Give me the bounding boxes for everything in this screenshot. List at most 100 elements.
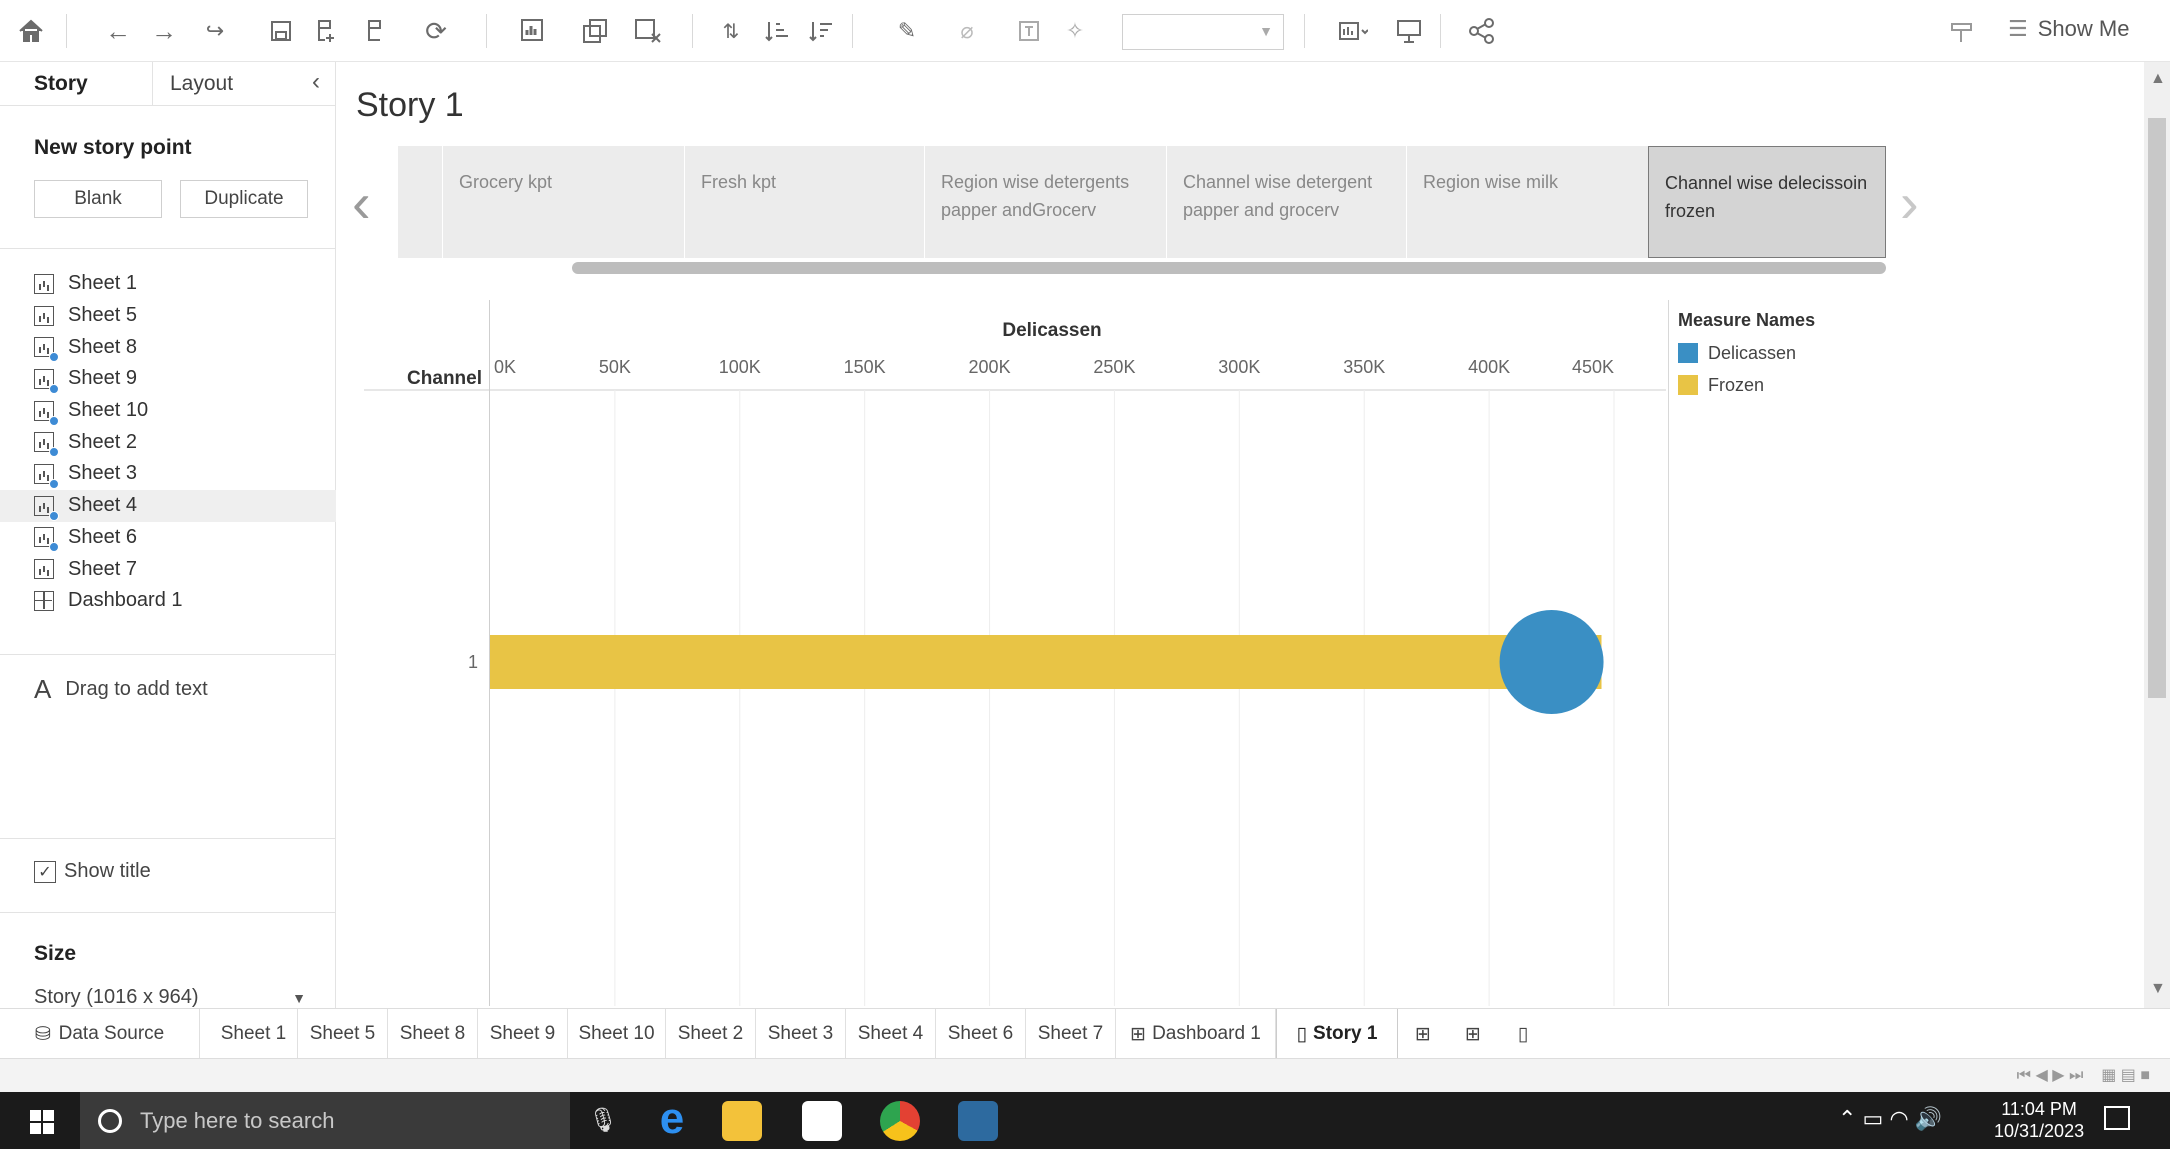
clear-sheet-icon[interactable] <box>626 12 670 50</box>
sheet-tab[interactable]: Sheet 7 <box>1026 1009 1116 1059</box>
circle-mark-delicassen[interactable] <box>1499 610 1604 714</box>
forward-icon[interactable]: → <box>146 12 182 50</box>
sheet-tab-label: Sheet 6 <box>947 1023 1014 1044</box>
sheet-list-item[interactable]: Sheet 9 <box>0 363 336 395</box>
tableau-app-icon[interactable] <box>958 1101 998 1141</box>
row-category-label: 1 <box>468 652 478 672</box>
sheet-tab[interactable]: ▯ Story 1 <box>1276 1009 1398 1059</box>
microphone-icon[interactable]: 🎙 <box>588 1106 618 1135</box>
show-me-button[interactable]: ☰ Show Me <box>2008 16 2129 42</box>
show-me-icon: ☰ <box>2008 16 2028 41</box>
new-story-point-heading: New story point <box>34 136 192 159</box>
sort-ascending-icon[interactable] <box>760 12 794 50</box>
story-point[interactable]: Fresh kpt <box>684 146 924 258</box>
sheet-tab[interactable]: Sheet 5 <box>298 1009 388 1059</box>
store-icon[interactable] <box>802 1101 842 1141</box>
new-dashboard-tab-icon[interactable]: ⊞ <box>1448 1009 1498 1059</box>
pause-updates-icon[interactable] <box>358 12 396 50</box>
duplicate-button[interactable]: Duplicate <box>180 180 308 218</box>
scroll-down-icon[interactable]: ▼ <box>2150 980 2166 998</box>
scrollbar-thumb[interactable] <box>2148 118 2166 698</box>
chevron-down-icon: ▼ <box>1259 23 1273 39</box>
toolbar: ← → ↪ ⟳ ⇅ ✎ ⌀ ✧ ▼ ☰ Show Me <box>0 0 2170 62</box>
file-explorer-icon[interactable] <box>722 1101 762 1141</box>
story-point[interactable]: Grocery kpt <box>442 146 684 258</box>
previous-story-point-icon[interactable]: ‹ <box>352 170 371 235</box>
tab-data-source[interactable]: ⛁ Data Source <box>0 1009 200 1059</box>
sheet-tab[interactable]: Sheet 1 <box>210 1009 298 1059</box>
sheet-list-item[interactable]: Sheet 7 <box>0 553 336 585</box>
fit-dropdown[interactable]: ▼ <box>1122 14 1284 50</box>
taskbar-clock[interactable]: 11:04 PM 10/31/2023 <box>1994 1098 2084 1142</box>
home-icon[interactable] <box>14 12 48 50</box>
tab-layout[interactable]: Layout <box>170 72 233 96</box>
sheet-list-item[interactable]: Sheet 4 <box>0 489 336 522</box>
sheet-tab[interactable]: Sheet 2 <box>666 1009 756 1059</box>
sheet-tab[interactable]: Sheet 8 <box>388 1009 478 1059</box>
windows-start-icon[interactable] <box>30 1110 54 1134</box>
swap-icon[interactable]: ⇅ <box>714 12 748 50</box>
legend-item-delicassen[interactable]: Delicassen <box>1678 337 1815 369</box>
sheet-tab[interactable]: ⊞ Dashboard 1 <box>1116 1009 1276 1059</box>
sheet-list-item[interactable]: Sheet 3 <box>0 458 336 490</box>
new-worksheet-tab-icon[interactable]: ⊞ <box>1398 1009 1448 1059</box>
sheet-list-item[interactable]: Sheet 6 <box>0 522 336 554</box>
pin-toolbar-icon[interactable] <box>1944 12 1980 50</box>
navigation-icons[interactable]: ⏮ ◀ ▶ ⏭ ▦ ▤ ■ <box>2017 1065 2150 1085</box>
story-panel: Story Layout ‹ New story point Blank Dup… <box>0 62 336 1022</box>
blank-button[interactable]: Blank <box>34 180 162 218</box>
collapse-panel-icon[interactable]: ‹ <box>312 68 320 96</box>
sheet-list-item[interactable]: Dashboard 1 <box>0 585 336 617</box>
save-icon[interactable] <box>264 12 298 50</box>
back-icon[interactable]: ← <box>100 12 136 50</box>
pin-icon[interactable]: ✧ <box>1058 12 1092 50</box>
sheet-tab-bar: ⛁ Data Source Sheet 1 Sheet 5 Sheet 8 Sheet… <box>0 1008 2170 1059</box>
sheet-list-item[interactable]: Sheet 8 <box>0 331 336 363</box>
highlight-icon[interactable]: ✎ <box>884 12 930 50</box>
sheet-tab[interactable]: Sheet 4 <box>846 1009 936 1059</box>
sheet-tab[interactable]: Sheet 9 <box>478 1009 568 1059</box>
vertical-scrollbar[interactable]: ▲ ▼ <box>2144 62 2170 1008</box>
redo-icon[interactable]: ↪ <box>194 12 236 50</box>
sheet-tab[interactable]: Sheet 3 <box>756 1009 846 1059</box>
tab-story[interactable]: Story <box>34 72 88 96</box>
sheet-tab-label: Sheet 1 <box>220 1023 287 1044</box>
show-title-label: Show title <box>64 860 151 882</box>
story-point[interactable]: Channel wise delecissoin frozen <box>1648 146 1886 258</box>
sheet-tab[interactable]: Sheet 10 <box>568 1009 666 1059</box>
show-title-checkbox[interactable]: ✓ Show title <box>34 860 151 883</box>
notifications-icon[interactable] <box>2104 1106 2130 1130</box>
edge-browser-icon[interactable]: e <box>652 1097 692 1141</box>
show-cards-icon[interactable] <box>1326 12 1380 50</box>
new-data-source-icon[interactable] <box>310 12 344 50</box>
sheet-list-item[interactable]: Sheet 5 <box>0 300 336 332</box>
sheet-tab[interactable]: Sheet 6 <box>936 1009 1026 1059</box>
story-navigator-scrollbar[interactable] <box>572 262 1886 274</box>
show-labels-icon[interactable] <box>1012 12 1046 50</box>
taskbar-search-box[interactable]: Type here to search <box>80 1092 570 1149</box>
story-title[interactable]: Story 1 <box>356 86 464 125</box>
drag-text-object[interactable]: A Drag to add text <box>34 674 208 705</box>
new-story-tab-icon[interactable]: ▯ <box>1498 1009 1548 1059</box>
sort-descending-icon[interactable] <box>804 12 838 50</box>
system-tray-icons[interactable]: ⌃ ▭ ◠ 🔊 <box>1838 1106 1942 1132</box>
presentation-mode-icon[interactable] <box>1392 12 1426 50</box>
worksheet-icon <box>34 337 59 363</box>
legend-item-frozen[interactable]: Frozen <box>1678 369 1815 401</box>
story-point[interactable]: Channel wise detergent papper and grocer… <box>1166 146 1406 258</box>
bar-frozen[interactable] <box>490 635 1602 689</box>
sheet-list-item[interactable]: Sheet 10 <box>0 395 336 427</box>
refresh-icon[interactable]: ⟳ <box>418 12 454 50</box>
story-point[interactable]: Region wise milk <box>1406 146 1648 258</box>
story-point[interactable]: Region wise detergents papper andGrocerv <box>924 146 1166 258</box>
sheet-list-item[interactable]: Sheet 1 <box>0 268 336 300</box>
new-worksheet-icon[interactable] <box>510 12 558 50</box>
sheet-list-item[interactable]: Sheet 2 <box>0 426 336 458</box>
next-story-point-icon[interactable]: › <box>1900 170 1919 235</box>
share-icon[interactable] <box>1464 12 1500 50</box>
duplicate-sheet-icon[interactable] <box>576 12 616 50</box>
toolbar-divider <box>486 14 487 48</box>
scroll-up-icon[interactable]: ▲ <box>2150 70 2166 88</box>
group-members-icon[interactable]: ⌀ <box>944 12 990 50</box>
chrome-icon[interactable] <box>880 1101 920 1141</box>
